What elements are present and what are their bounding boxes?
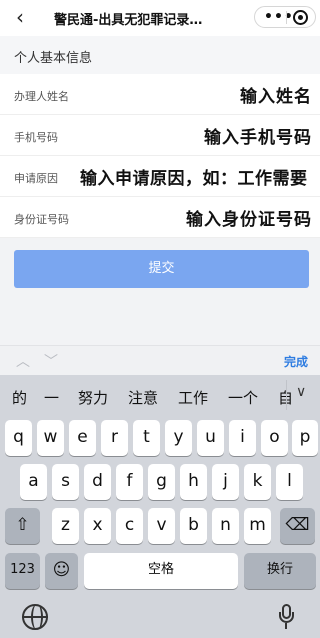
close-target-icon[interactable] — [293, 10, 308, 25]
key-e[interactable]: e — [69, 420, 96, 456]
numbers-key[interactable]: 123 — [5, 553, 40, 589]
candidate-item[interactable]: 工作 — [178, 387, 208, 408]
key-j[interactable]: j — [212, 464, 239, 500]
candidate-bar: 的 一 努力 注意 工作 一个 自 ∨ — [0, 375, 320, 415]
section-title: 个人基本信息 — [14, 51, 93, 66]
key-c[interactable]: c — [116, 508, 143, 544]
key-v[interactable]: v — [148, 508, 175, 544]
key-p[interactable]: p — [292, 420, 318, 456]
chevron-down-icon: ∨ — [296, 384, 307, 400]
phone-input[interactable]: 输入手机号码 — [204, 123, 312, 148]
delete-key[interactable]: ⌫ — [280, 508, 315, 544]
candidate-item[interactable]: 的 — [12, 387, 27, 408]
submit-button[interactable]: 提交 — [14, 250, 309, 288]
page-title: 警民通-出具无犯罪记录… — [54, 13, 203, 28]
key-d[interactable]: d — [84, 464, 111, 500]
emoji-key[interactable]: ☺ — [45, 553, 78, 589]
key-y[interactable]: y — [165, 420, 192, 456]
phone-label: 手机号码 — [14, 131, 58, 144]
mic-stem — [285, 623, 287, 629]
key-g[interactable]: g — [148, 464, 175, 500]
name-input[interactable]: 输入姓名 — [240, 82, 312, 107]
microphone-icon[interactable] — [279, 604, 294, 630]
key-z[interactable]: z — [52, 508, 79, 544]
id-number-label: 身份证号码 — [14, 213, 69, 226]
id-number-row[interactable]: 身份证号码 输入身份证号码 — [0, 197, 320, 238]
return-key[interactable]: 换行 — [244, 553, 316, 589]
miniprogram-capsule: ••• — [254, 6, 316, 28]
key-n[interactable]: n — [212, 508, 239, 544]
space-key[interactable]: 空格 — [84, 553, 238, 589]
key-s[interactable]: s — [52, 464, 79, 500]
key-u[interactable]: u — [197, 420, 224, 456]
back-icon[interactable]: ‹ — [8, 4, 32, 30]
key-h[interactable]: h — [180, 464, 207, 500]
mic-arc — [279, 612, 294, 623]
candidate-item[interactable]: 一个 — [228, 387, 258, 408]
keyboard: 的 一 努力 注意 工作 一个 自 ∨ q w e r t y u i o p … — [0, 375, 320, 638]
id-number-input[interactable]: 输入身份证号码 — [186, 205, 312, 230]
key-m[interactable]: m — [244, 508, 271, 544]
key-w[interactable]: w — [37, 420, 64, 456]
section-header: 个人基本信息 — [0, 36, 320, 74]
key-q[interactable]: q — [5, 420, 32, 456]
key-t[interactable]: t — [133, 420, 160, 456]
name-row[interactable]: 办理人姓名 输入姓名 — [0, 74, 320, 115]
expand-candidates-button[interactable]: ∨ — [286, 380, 320, 410]
candidate-item[interactable]: 一 — [44, 387, 59, 408]
name-label: 办理人姓名 — [14, 90, 69, 103]
title-bar: ‹ 警民通-出具无犯罪记录… ••• — [0, 0, 320, 36]
key-f[interactable]: f — [116, 464, 143, 500]
shift-key[interactable]: ⇧ — [5, 508, 40, 544]
key-x[interactable]: x — [84, 508, 111, 544]
candidate-item[interactable]: 注意 — [128, 387, 158, 408]
more-icon[interactable]: ••• — [264, 9, 294, 25]
info-form: 办理人姓名 输入姓名 手机号码 输入手机号码 申请原因 输入申请原因，如：工作需… — [0, 74, 320, 238]
key-a[interactable]: a — [20, 464, 47, 500]
key-l[interactable]: l — [276, 464, 303, 500]
key-k[interactable]: k — [244, 464, 271, 500]
globe-icon[interactable] — [22, 604, 48, 630]
capsule-divider — [286, 11, 287, 24]
chevron-up-icon[interactable]: ︿ — [16, 351, 30, 371]
key-b[interactable]: b — [180, 508, 207, 544]
phone-row[interactable]: 手机号码 输入手机号码 — [0, 115, 320, 156]
chevron-down-icon[interactable]: ﹀ — [44, 351, 58, 371]
key-r[interactable]: r — [101, 420, 128, 456]
candidate-item[interactable]: 努力 — [78, 387, 108, 408]
key-o[interactable]: o — [261, 420, 288, 456]
key-i[interactable]: i — [229, 420, 256, 456]
reason-row[interactable]: 申请原因 输入申请原因，如：工作需要 — [0, 156, 320, 197]
reason-label: 申请原因 — [14, 172, 58, 185]
reason-input[interactable]: 输入申请原因，如：工作需要 — [80, 164, 308, 189]
keyboard-accessory-bar: ︿ ﹀ 完成 — [0, 345, 320, 375]
done-button[interactable]: 完成 — [284, 353, 308, 370]
